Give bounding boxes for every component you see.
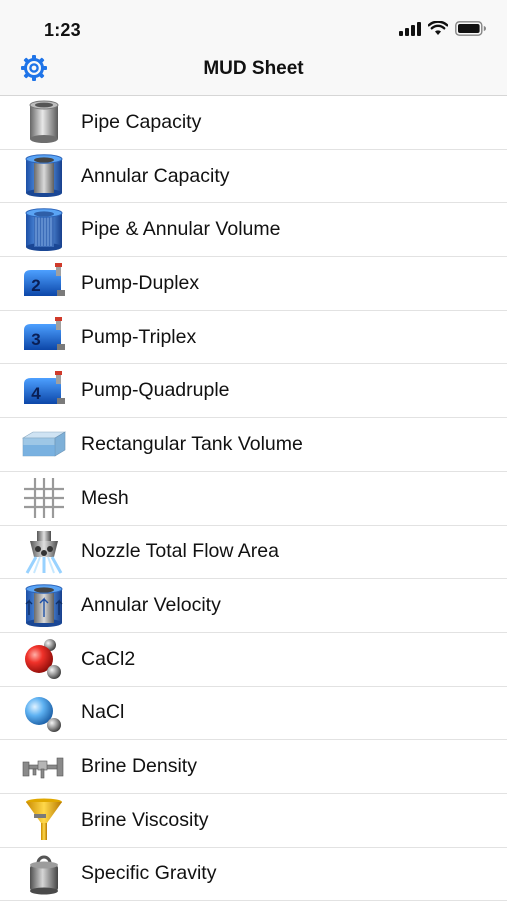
status-time: 1:23 (44, 20, 81, 40)
nacl-molecule-icon (25, 696, 61, 732)
svg-text:4: 4 (31, 384, 41, 403)
list-item-pipe-annular-volume[interactable]: Pipe & Annular Volume (0, 203, 507, 258)
annular-cylinder-icon (25, 154, 63, 198)
list-item-label: Pump-Triplex (81, 325, 197, 348)
list-item-rectangular-tank-volume[interactable]: Rectangular Tank Volume (0, 418, 507, 472)
list-item-brine-density[interactable]: Brine Density (0, 740, 507, 794)
list-item-label: NaCl (81, 701, 125, 724)
signal-icon (399, 21, 421, 36)
status-bar: 1:23 (0, 0, 507, 40)
list-item-label: CaCl2 (81, 647, 136, 670)
list-item-label: Annular Capacity (81, 164, 230, 187)
battery-icon (455, 21, 486, 36)
list-item-pump-duplex[interactable]: 2 Pump-Duplex (0, 257, 507, 311)
svg-text:2: 2 (31, 276, 40, 295)
wifi-icon (428, 21, 448, 35)
list-item-label: Annular Velocity (81, 594, 221, 617)
svg-text:3: 3 (31, 330, 40, 349)
list-item-mesh[interactable]: Mesh (0, 472, 507, 526)
status-icons (399, 21, 487, 36)
weight-icon (30, 855, 58, 895)
list-item-cacl2[interactable]: CaCl2 (0, 633, 507, 687)
pump-triplex-icon: 3 (24, 317, 65, 351)
list-item-specific-gravity[interactable]: Specific Gravity (0, 848, 507, 901)
brine-density-icon (22, 757, 64, 778)
list-item-label: Brine Viscosity (81, 808, 209, 831)
list-item-label: Pump-Quadruple (81, 379, 230, 402)
list-item-label: Pump-Duplex (81, 271, 200, 294)
pipe-annular-volume-icon (25, 208, 63, 251)
list-item-label: Rectangular Tank Volume (81, 432, 303, 455)
list-item-nozzle-total-flow-area[interactable]: Nozzle Total Flow Area (0, 526, 507, 580)
list-item-label: Brine Density (81, 755, 197, 778)
navigation-bar: MUD Sheet (0, 40, 507, 96)
rectangular-tank-icon (21, 431, 67, 457)
page-title: MUD Sheet (203, 58, 304, 79)
list-item-label: Specific Gravity (81, 862, 217, 885)
pump-quadruple-icon: 4 (24, 370, 65, 404)
list-item-label: Mesh (81, 486, 129, 509)
list-item-annular-capacity[interactable]: Annular Capacity (0, 150, 507, 204)
pump-duplex-icon: 2 (24, 263, 65, 297)
list-item-brine-viscosity[interactable]: Brine Viscosity (0, 794, 507, 848)
list-item-label: Pipe Capacity (81, 110, 202, 133)
list-item-pump-quadruple[interactable]: 4 Pump-Quadruple (0, 364, 507, 419)
list-item-label: Nozzle Total Flow Area (81, 540, 279, 563)
list-item-nacl[interactable]: NaCl (0, 687, 507, 741)
list-item-annular-velocity[interactable]: Annular Velocity (0, 579, 507, 633)
list-item-label: Pipe & Annular Volume (81, 218, 281, 241)
cacl2-molecule-icon (25, 639, 61, 680)
mesh-grid-icon (24, 478, 64, 519)
pipe-cylinder-icon (29, 100, 59, 144)
annular-velocity-icon (25, 583, 63, 627)
nozzle-icon (25, 530, 63, 574)
list-item-pump-triplex[interactable]: 3 Pump-Triplex (0, 311, 507, 365)
menu-list: Pipe Capacity Annular Capacity Pipe & An… (0, 96, 507, 901)
funnel-icon (26, 798, 62, 841)
list-item-pipe-capacity[interactable]: Pipe Capacity (0, 96, 507, 150)
